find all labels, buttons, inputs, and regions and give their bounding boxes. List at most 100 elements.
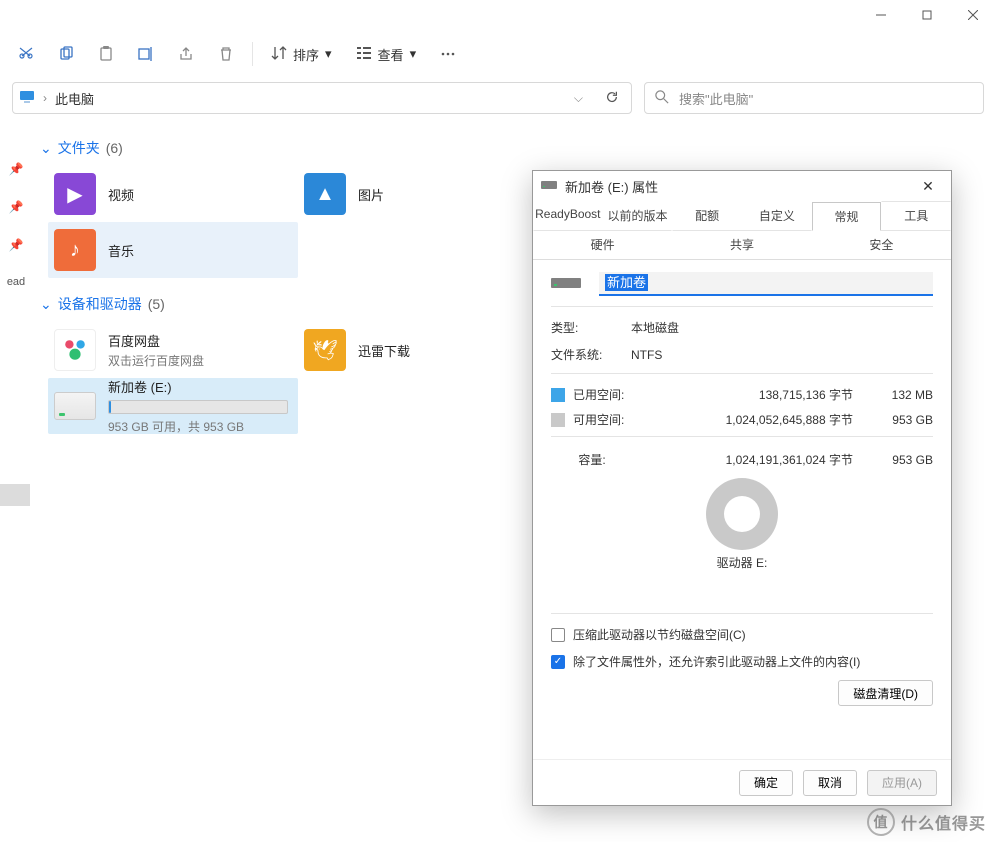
disk-cleanup-button[interactable]: 磁盘清理(D): [838, 680, 933, 706]
group-title: 设备和驱动器: [58, 294, 142, 314]
capacity-human: 953 GB: [871, 453, 933, 467]
baidu-icon: [54, 329, 96, 371]
group-title: 文件夹: [58, 138, 100, 158]
search-icon: [655, 90, 669, 107]
usage-bar: [108, 400, 288, 414]
folders-group-header[interactable]: ⌄ 文件夹 (6): [32, 134, 996, 162]
dialog-titlebar[interactable]: 新加卷 (E:) 属性 ✕: [533, 171, 951, 201]
cut-button[interactable]: [8, 36, 44, 72]
free-human: 953 GB: [871, 413, 933, 427]
refresh-button[interactable]: [599, 90, 625, 107]
dialog-tabs: ReadyBoost 以前的版本 配额 自定义 常规 工具 硬件 共享 安全: [533, 201, 951, 260]
pin-icon[interactable]: 📌: [9, 238, 24, 252]
watermark-text: 什么值得买: [901, 810, 986, 834]
item-label: 视频: [108, 185, 134, 204]
capacity-label: 容量:: [551, 451, 633, 468]
cancel-button[interactable]: 取消: [803, 770, 857, 796]
index-checkbox[interactable]: ✓: [551, 655, 565, 669]
folder-pictures[interactable]: ▲ 图片: [298, 166, 548, 222]
search-placeholder: 搜索"此电脑": [679, 89, 753, 108]
apply-button[interactable]: 应用(A): [867, 770, 937, 796]
tab-sharing[interactable]: 共享: [672, 230, 811, 259]
quick-access-rail: 📌 📌 📌 ead: [0, 126, 32, 446]
chevron-down-icon: ⌄: [40, 140, 52, 157]
item-subtitle: 双击运行百度网盘: [108, 352, 204, 369]
window-titlebar: [0, 0, 996, 30]
tab-general[interactable]: 常规: [812, 202, 882, 231]
drive-letter-label: 驱动器 E:: [551, 554, 933, 571]
used-human: 132 MB: [871, 388, 933, 402]
chevron-down-icon: ⌄: [40, 296, 52, 313]
item-label: 新加卷 (E:): [108, 377, 288, 396]
xunlei-icon: 🕊: [304, 329, 346, 371]
ok-button[interactable]: 确定: [739, 770, 793, 796]
share-button[interactable]: [168, 36, 204, 72]
tab-customize[interactable]: 自定义: [742, 201, 812, 230]
free-bytes: 1,024,052,645,888 字节: [633, 411, 871, 428]
pin-icon[interactable]: 📌: [9, 200, 24, 214]
dialog-body: 新加卷 类型: 本地磁盘 文件系统: NTFS 已用空间: 138,715,13…: [533, 260, 951, 759]
pin-icon[interactable]: 📌: [9, 162, 24, 176]
tab-readyboost[interactable]: ReadyBoost: [533, 201, 603, 230]
tab-quota[interactable]: 配额: [672, 201, 742, 230]
view-label: 查看: [378, 45, 404, 64]
tab-tools[interactable]: 工具: [881, 201, 951, 230]
tab-previous-versions[interactable]: 以前的版本: [603, 201, 673, 230]
more-button[interactable]: [430, 36, 466, 72]
tab-hardware[interactable]: 硬件: [533, 230, 672, 259]
item-subtitle: 953 GB 可用，共 953 GB: [108, 418, 288, 435]
dialog-footer: 确定 取消 应用(A): [533, 759, 951, 805]
app-baidu-netdisk[interactable]: 百度网盘 双击运行百度网盘: [48, 322, 298, 378]
paste-button[interactable]: [88, 36, 124, 72]
tab-security[interactable]: 安全: [812, 230, 951, 259]
filesystem-label: 文件系统:: [551, 346, 613, 363]
view-icon: [356, 45, 372, 64]
view-button[interactable]: 查看 ▾: [346, 36, 427, 72]
close-button[interactable]: [950, 0, 996, 30]
minimize-button[interactable]: [858, 0, 904, 30]
search-box[interactable]: 搜索"此电脑": [644, 82, 984, 114]
type-label: 类型:: [551, 319, 613, 336]
watermark: 值 什么值得买: [867, 808, 986, 836]
folder-videos[interactable]: ▶ 视频: [48, 166, 298, 222]
toolbar: 排序 ▾ 查看 ▾: [0, 30, 996, 78]
used-swatch: [551, 388, 565, 402]
chevron-down-icon: ▾: [410, 46, 417, 62]
music-icon: ♪: [54, 229, 96, 271]
drive-icon: [541, 179, 557, 194]
copy-button[interactable]: [48, 36, 84, 72]
group-count: (6): [106, 140, 123, 156]
breadcrumb[interactable]: 此电脑: [55, 89, 94, 108]
history-dropdown-icon[interactable]: ⌵: [566, 91, 591, 106]
address-bar[interactable]: › 此电脑 ⌵: [12, 82, 632, 114]
item-label: 百度网盘: [108, 331, 204, 350]
maximize-button[interactable]: [904, 0, 950, 30]
address-row: › 此电脑 ⌵ 搜索"此电脑": [0, 78, 996, 126]
type-value: 本地磁盘: [631, 319, 679, 336]
dialog-close-button[interactable]: ✕: [913, 178, 943, 195]
group-count: (5): [148, 296, 165, 312]
drive-e[interactable]: 新加卷 (E:) 953 GB 可用，共 953 GB: [48, 378, 298, 434]
watermark-icon: 值: [867, 808, 895, 836]
filesystem-value: NTFS: [631, 348, 662, 362]
picture-icon: ▲: [304, 173, 346, 215]
separator: [252, 42, 253, 66]
sort-label: 排序: [293, 45, 319, 64]
volume-name-input[interactable]: 新加卷: [599, 272, 933, 296]
chevron-down-icon: ▾: [325, 46, 332, 62]
nav-selection-highlight: [0, 484, 30, 506]
sort-button[interactable]: 排序 ▾: [261, 36, 342, 72]
index-label: 除了文件属性外，还允许索引此驱动器上文件的内容(I): [573, 653, 860, 670]
compress-label: 压缩此驱动器以节约磁盘空间(C): [573, 626, 746, 643]
volume-name-value: 新加卷: [605, 274, 648, 291]
rename-button[interactable]: [128, 36, 164, 72]
properties-dialog: 新加卷 (E:) 属性 ✕ ReadyBoost 以前的版本 配额 自定义 常规…: [532, 170, 952, 806]
dialog-title: 新加卷 (E:) 属性: [565, 177, 658, 196]
pc-icon: [19, 89, 35, 108]
sort-icon: [271, 45, 287, 64]
delete-button[interactable]: [208, 36, 244, 72]
compress-checkbox[interactable]: [551, 628, 565, 642]
chevron-right-icon: ›: [43, 91, 47, 105]
folder-music[interactable]: ♪ 音乐: [48, 222, 298, 278]
app-xunlei[interactable]: 🕊 迅雷下载: [298, 322, 548, 378]
